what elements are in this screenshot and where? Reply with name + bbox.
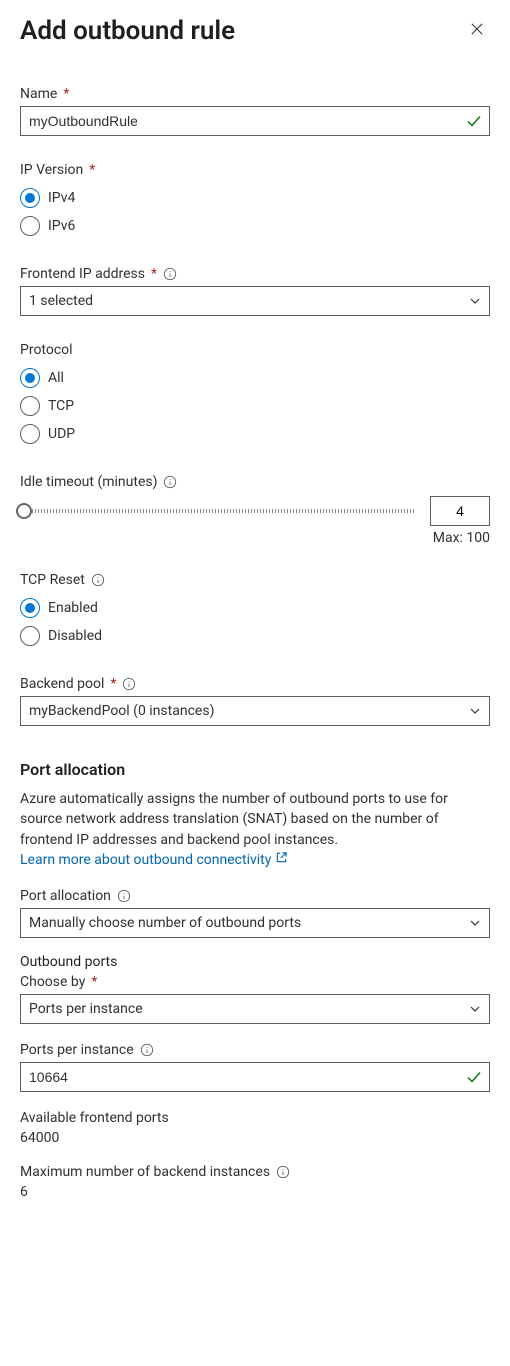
- radio-label: IPv6: [48, 218, 75, 234]
- tcp-reset-disabled-radio[interactable]: Disabled: [20, 622, 490, 650]
- protocol-tcp-radio[interactable]: TCP: [20, 392, 490, 420]
- radio-label: All: [48, 370, 64, 386]
- protocol-udp-radio[interactable]: UDP: [20, 420, 490, 448]
- chevron-down-icon: [469, 917, 481, 929]
- radio-icon: [20, 626, 40, 646]
- name-input[interactable]: [20, 106, 490, 136]
- page-title: Add outbound rule: [20, 16, 235, 46]
- info-icon[interactable]: [163, 475, 177, 489]
- info-icon[interactable]: [276, 1165, 290, 1179]
- port-allocation-description: Azure automatically assigns the number o…: [20, 789, 490, 870]
- ports-per-instance-label: Ports per instance: [20, 1042, 490, 1058]
- radio-icon: [20, 368, 40, 388]
- backend-pool-select[interactable]: myBackendPool (0 instances): [20, 696, 490, 726]
- radio-label: UDP: [48, 426, 75, 442]
- available-frontend-ports-value: 64000: [20, 1130, 490, 1146]
- ip-version-label: IP Version*: [20, 162, 490, 178]
- tcp-reset-label: TCP Reset: [20, 572, 490, 588]
- radio-icon: [20, 424, 40, 444]
- select-value: myBackendPool (0 instances): [29, 703, 214, 719]
- learn-more-link[interactable]: Learn more about outbound connectivity: [20, 850, 288, 870]
- external-link-icon: [275, 850, 288, 870]
- available-frontend-ports-label: Available frontend ports: [20, 1110, 490, 1126]
- protocol-all-radio[interactable]: All: [20, 364, 490, 392]
- radio-icon: [20, 216, 40, 236]
- radio-label: Disabled: [48, 628, 102, 644]
- chevron-down-icon: [469, 1003, 481, 1015]
- idle-timeout-label: Idle timeout (minutes): [20, 474, 490, 490]
- ports-per-instance-input[interactable]: [20, 1062, 490, 1092]
- close-button[interactable]: [464, 16, 490, 45]
- port-allocation-heading: Port allocation: [20, 760, 490, 779]
- choose-by-select[interactable]: Ports per instance: [20, 994, 490, 1024]
- port-allocation-select[interactable]: Manually choose number of outbound ports: [20, 908, 490, 938]
- max-backend-instances-label: Maximum number of backend instances: [20, 1164, 490, 1180]
- idle-timeout-max-label: Max: 100: [20, 530, 490, 546]
- select-value: 1 selected: [29, 293, 93, 309]
- max-backend-instances-value: 6: [20, 1184, 490, 1200]
- frontend-ip-label: Frontend IP address*: [20, 266, 490, 282]
- radio-icon: [20, 396, 40, 416]
- ip-version-ipv4-radio[interactable]: IPv4: [20, 184, 490, 212]
- slider-track: [20, 509, 416, 513]
- checkmark-icon: [466, 113, 482, 129]
- chevron-down-icon: [469, 295, 481, 307]
- outbound-ports-heading: Outbound ports: [20, 954, 490, 970]
- radio-label: Enabled: [48, 600, 98, 616]
- tcp-reset-enabled-radio[interactable]: Enabled: [20, 594, 490, 622]
- frontend-ip-select[interactable]: 1 selected: [20, 286, 490, 316]
- port-allocation-label: Port allocation: [20, 888, 490, 904]
- radio-icon: [20, 598, 40, 618]
- ip-version-ipv6-radio[interactable]: IPv6: [20, 212, 490, 240]
- info-icon[interactable]: [163, 267, 177, 281]
- info-icon[interactable]: [140, 1043, 154, 1057]
- choose-by-label: Choose by*: [20, 974, 490, 990]
- backend-pool-label: Backend pool*: [20, 676, 490, 692]
- slider-thumb[interactable]: [16, 503, 32, 519]
- protocol-label: Protocol: [20, 342, 490, 358]
- info-icon[interactable]: [117, 889, 131, 903]
- select-value: Ports per instance: [29, 1001, 143, 1017]
- radio-icon: [20, 188, 40, 208]
- close-icon: [470, 24, 484, 39]
- idle-timeout-slider[interactable]: [20, 501, 416, 521]
- radio-label: TCP: [48, 398, 74, 414]
- chevron-down-icon: [469, 705, 481, 717]
- radio-label: IPv4: [48, 190, 75, 206]
- checkmark-icon: [466, 1069, 482, 1085]
- name-label: Name*: [20, 86, 490, 102]
- select-value: Manually choose number of outbound ports: [29, 915, 301, 931]
- info-icon[interactable]: [122, 677, 136, 691]
- info-icon[interactable]: [91, 573, 105, 587]
- idle-timeout-value-input[interactable]: [430, 496, 490, 526]
